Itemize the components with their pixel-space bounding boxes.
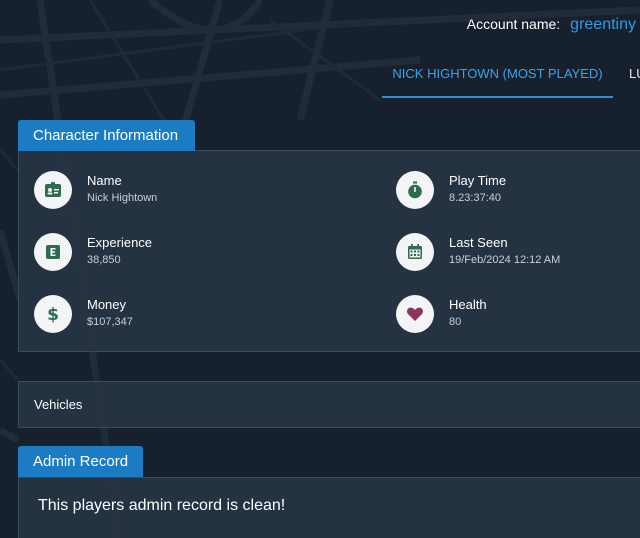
heart-icon <box>396 295 434 333</box>
stat-value: 38,850 <box>87 254 121 266</box>
stat-value: Nick Hightown <box>87 192 158 204</box>
account-name-link[interactable]: greentiny <box>570 16 636 34</box>
stat-label: Name <box>87 173 122 188</box>
calendar-icon <box>396 233 434 271</box>
player-profile-page: Account name: greentiny NICK HIGHTOWN (M… <box>0 0 640 538</box>
stat-experience: Experience 38,850 <box>34 233 152 271</box>
stat-play-time: Play Time 8.23:37:40 <box>396 171 506 209</box>
id-card-icon <box>34 171 72 209</box>
stat-label: Experience <box>87 235 153 250</box>
stat-label: Last Seen <box>449 235 508 250</box>
svg-text:$: $ <box>47 305 59 323</box>
character-info-heading: Character Information <box>18 120 195 151</box>
dollar-icon: $ <box>34 295 72 333</box>
stat-health: Health 80 <box>396 295 487 333</box>
stat-label: Money <box>87 297 127 312</box>
admin-record-heading: Admin Record <box>18 446 143 477</box>
experience-icon <box>34 233 72 271</box>
tab-next-character[interactable]: LU <box>629 66 640 81</box>
stat-money: $ Money $107,347 <box>34 295 133 333</box>
stat-label: Health <box>449 297 487 312</box>
stat-value: 80 <box>449 316 462 328</box>
stat-name: Name Nick Hightown <box>34 171 157 209</box>
character-info-panel: Name Nick Hightown Play Time 8.23:37:40 <box>18 150 640 352</box>
tab-nick-hightown[interactable]: NICK HIGHTOWN (MOST PLAYED) <box>382 66 613 98</box>
stat-value: 8.23:37:40 <box>449 192 501 204</box>
character-tabs: NICK HIGHTOWN (MOST PLAYED) LU <box>382 66 640 98</box>
stat-label: Play Time <box>449 173 507 188</box>
admin-record-message: This players admin record is clean! <box>38 497 286 514</box>
vehicles-panel[interactable]: Vehicles <box>18 381 640 428</box>
stat-value: 19/Feb/2024 12:12 AM <box>449 254 561 266</box>
stopwatch-icon <box>396 171 434 209</box>
stat-last-seen: Last Seen 19/Feb/2024 12:12 AM <box>396 233 560 271</box>
admin-record-panel: This players admin record is clean! <box>18 477 640 538</box>
account-name-label: Account name: <box>466 16 561 32</box>
account-header: Account name: greentiny <box>467 16 636 34</box>
vehicles-label: Vehicles <box>34 397 83 412</box>
stat-value: $107,347 <box>87 316 133 328</box>
